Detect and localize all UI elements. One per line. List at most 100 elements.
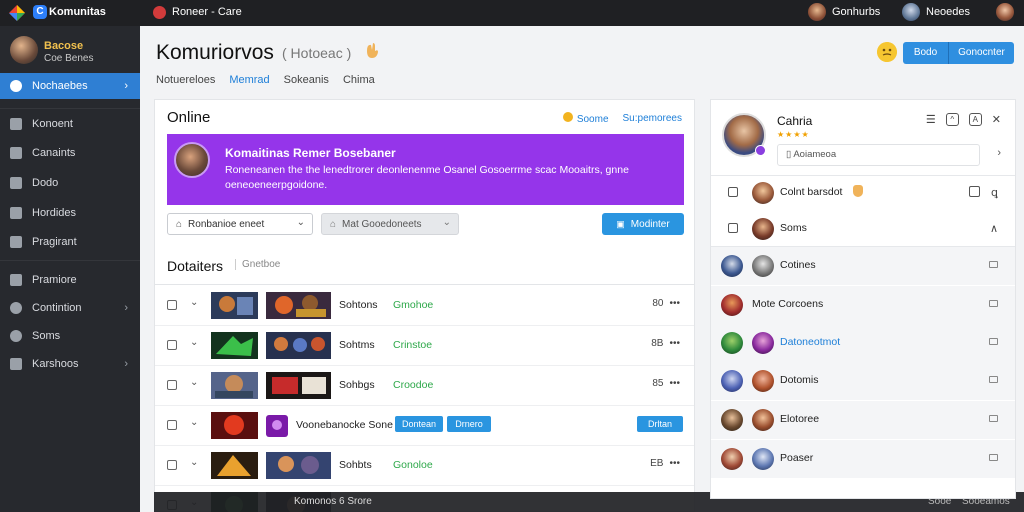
more-icon[interactable]: ••• [669, 338, 680, 349]
section-title-details: Dotaiters [167, 258, 224, 274]
sidebar-item-contintion[interactable]: Contintion › [0, 295, 140, 321]
select-value: Ronbanioe eneet [188, 218, 265, 230]
list-item[interactable]: Colnt barsdot ꝗ [711, 174, 1015, 212]
divider [0, 260, 140, 261]
search-placeholder: Aoiameoa [793, 149, 837, 160]
sidebar-item-nochaebes[interactable]: Nochaebes › [0, 73, 140, 99]
row-checkbox[interactable] [167, 300, 177, 310]
sidebar-item-soms[interactable]: Soms [0, 323, 140, 349]
moderate-button[interactable]: ▣ Modinter [602, 213, 684, 235]
filter-select-1[interactable]: ⌂ Ronbanioe eneet ⌄ [167, 213, 313, 235]
row-checkbox[interactable] [728, 223, 738, 233]
tab-chima[interactable]: Chima [343, 74, 375, 86]
profile-sub: Coe Benes [44, 53, 94, 64]
avatar [752, 448, 774, 470]
list-item[interactable]: Datoneotmot [711, 324, 1015, 362]
sidebar-item-karshoos[interactable]: Karshoos › [0, 351, 140, 377]
row-value: EB [650, 458, 664, 469]
row-checkbox[interactable] [969, 186, 980, 197]
sidebar-item-canaints[interactable]: Canaints [0, 140, 140, 166]
caret-icon[interactable]: ∧ [990, 222, 998, 235]
more-icon[interactable]: ••• [669, 458, 680, 469]
chevron-down-icon: ⌄ [296, 217, 305, 228]
brand-icon[interactable]: C [33, 5, 47, 19]
row-checkbox[interactable] [167, 420, 177, 430]
header-button-group: Bodo Gonocnter [903, 42, 1014, 64]
row-name: Sohtms [339, 339, 375, 351]
list-item[interactable]: Elotoree [711, 401, 1015, 439]
table-row[interactable]: ⌄ Sohtons Gmohoe 80 ••• [155, 286, 694, 326]
list-item[interactable]: Soms ∧ [711, 210, 1015, 248]
chevron-down-icon[interactable]: ⌄ [190, 457, 198, 468]
sidebar-item-label: Pramiore [32, 274, 77, 286]
list-item[interactable]: Mote Corcoens [711, 286, 1015, 324]
brand-name[interactable]: Komunitas [49, 6, 106, 18]
tag-icon: ⌂ [330, 218, 337, 230]
top-bar: C Komunitas Roneer - Care Gonhurbs Neoed… [0, 0, 1024, 26]
emoji-icon[interactable] [877, 42, 897, 62]
table-row[interactable]: ⌄ Sohtms Crinstoe 8B ••• [155, 326, 694, 366]
window-icon[interactable]: ^ [945, 113, 959, 126]
profile-avatar[interactable] [996, 3, 1014, 21]
more-icon[interactable]: ••• [669, 298, 680, 309]
close-icon[interactable]: ✕ [992, 113, 1001, 126]
tab-memrad[interactable]: Memrad [229, 74, 269, 86]
tab-sokeanis[interactable]: Sokeanis [284, 74, 329, 86]
chevron-down-icon[interactable]: ⌄ [190, 297, 198, 308]
chevron-right-icon[interactable]: › [997, 147, 1001, 159]
user-menu-2[interactable]: Neoedes [902, 3, 970, 21]
chevron-down-icon[interactable]: ⌄ [190, 337, 198, 348]
avatar [752, 409, 774, 431]
sidebar-item-hordides[interactable]: Hordides [0, 200, 140, 226]
filter-select-2[interactable]: ⌂ Mat Gooedoneets ⌄ [321, 213, 459, 235]
tag-icon: ⌂ [176, 218, 183, 230]
message-icon[interactable] [989, 338, 998, 345]
member-search-input[interactable]: ▯ Aoiameoa [777, 144, 980, 166]
message-icon[interactable] [989, 415, 998, 422]
sidebar-item-konoent[interactable]: Konoent [0, 111, 140, 137]
row-action-button[interactable]: Drltan [637, 416, 683, 432]
sidebar-item-pramiore[interactable]: Pramiore [0, 267, 140, 293]
sidebar-item-dodo[interactable]: Dodo [0, 170, 140, 196]
app-logo-icon[interactable] [8, 4, 26, 22]
row-checkbox[interactable] [167, 340, 177, 350]
gonocnter-button[interactable]: Gonocnter [949, 42, 1014, 64]
item-label: Colnt barsdot [780, 186, 843, 198]
chevron-down-icon[interactable]: ⌄ [190, 377, 198, 388]
row-checkbox[interactable] [728, 187, 738, 197]
user-menu-1[interactable]: Gonhurbs [808, 3, 880, 21]
avatar [752, 332, 774, 354]
more-icon[interactable]: ••• [669, 378, 680, 389]
thumbnail [211, 452, 258, 479]
soome-link[interactable]: Soome [562, 112, 609, 125]
table-row[interactable]: ⌄ Sohbts Gonoloe EB ••• [155, 446, 694, 486]
table-row[interactable]: ⌄ Voonebanocke Sone Dontean Drnero Drlta… [155, 406, 694, 446]
main-panel: Online Soome Su:pemorees Komaitinas Reme… [154, 99, 695, 512]
tag-badge[interactable]: Drnero [447, 416, 491, 432]
supemorees-link[interactable]: Su:pemorees [623, 113, 682, 124]
list-item[interactable]: Cotines [711, 247, 1015, 285]
avatar [721, 409, 743, 431]
list-item[interactable]: Dotomis [711, 362, 1015, 400]
tab-notuereloes[interactable]: Notuereloes [156, 74, 215, 86]
bodo-button[interactable]: Bodo [903, 42, 949, 64]
member-name: Cahria [777, 114, 813, 128]
tag-badge[interactable]: Dontean [395, 416, 443, 432]
gear-icon [10, 358, 22, 370]
row-checkbox[interactable] [167, 380, 177, 390]
caret-icon[interactable]: ꝗ [991, 186, 998, 199]
sidebar-item-label: Canaints [32, 147, 76, 159]
row-checkbox[interactable] [167, 460, 177, 470]
sidebar-profile[interactable]: Bacose Coe Benes [8, 36, 138, 66]
message-icon[interactable] [989, 454, 998, 461]
message-icon[interactable] [989, 261, 998, 268]
table-row[interactable]: ⌄ Sohbgs Croodoe 85 ••• [155, 366, 694, 406]
sidebar-item-label: Konoent [32, 118, 73, 130]
list-item[interactable]: Poaser [711, 440, 1015, 478]
list-icon[interactable]: ☰ [926, 113, 936, 126]
chevron-down-icon[interactable]: ⌄ [190, 417, 198, 428]
message-icon[interactable] [989, 376, 998, 383]
sidebar-item-pragirant[interactable]: Pragirant [0, 229, 140, 255]
message-icon[interactable] [989, 300, 998, 307]
lock-icon[interactable]: A [968, 113, 982, 126]
